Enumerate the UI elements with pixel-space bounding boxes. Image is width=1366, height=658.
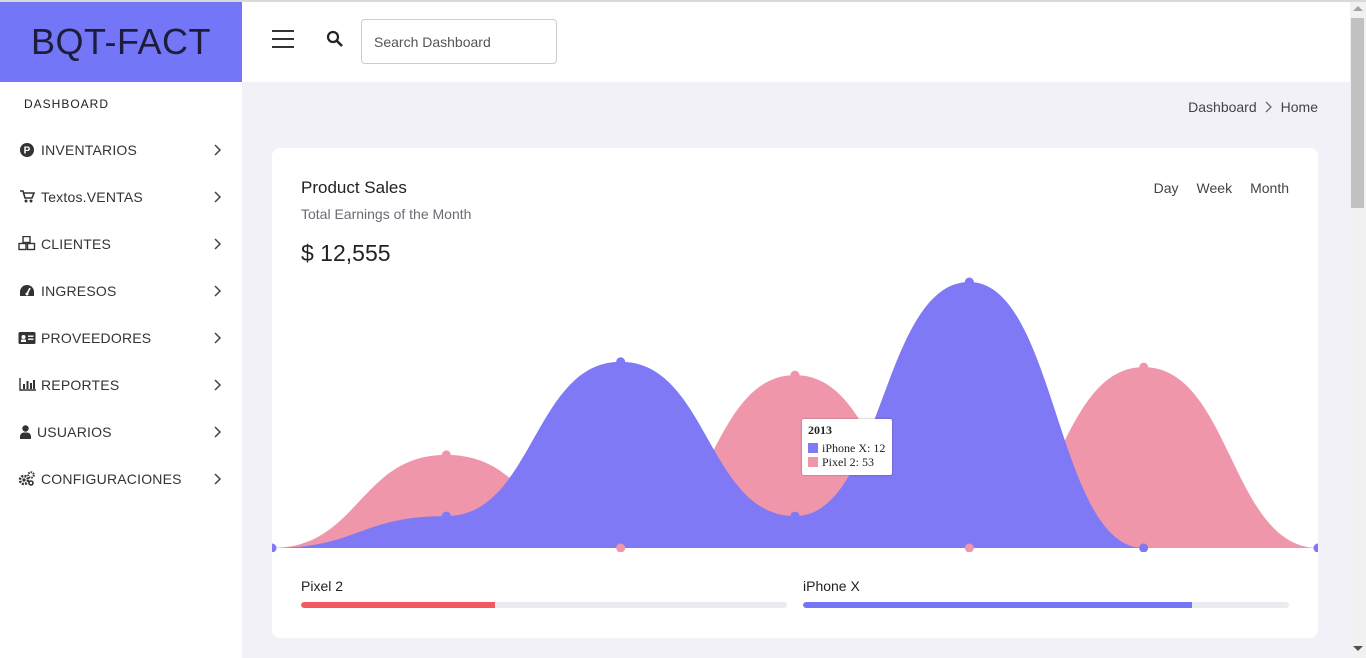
main-content: Dashboard Home Product Sales Total Earni… bbox=[242, 82, 1350, 658]
search-button[interactable] bbox=[326, 30, 346, 50]
svg-text:P: P bbox=[24, 145, 31, 156]
sidebar-item-ventas[interactable]: Textos.VENTAS bbox=[0, 173, 242, 220]
hamburger-icon bbox=[272, 30, 296, 48]
data-point[interactable] bbox=[272, 543, 277, 553]
id-card-icon bbox=[18, 330, 36, 346]
range-tab-day[interactable]: Day bbox=[1154, 180, 1179, 196]
parking-circle-icon: P bbox=[18, 142, 36, 158]
sidebar-item-label: CONFIGURACIONES bbox=[41, 470, 182, 487]
sidebar-item-reportes[interactable]: REPORTES bbox=[0, 361, 242, 408]
gears-icon bbox=[18, 471, 36, 487]
range-tab-month[interactable]: Month bbox=[1250, 180, 1289, 196]
brand-name: BQT-FACT bbox=[30, 21, 211, 62]
data-point[interactable] bbox=[1139, 362, 1149, 372]
sidebar-nav: P INVENTARIOS Textos.VENTAS CLIENTES ING… bbox=[0, 126, 242, 502]
data-point[interactable] bbox=[441, 511, 451, 521]
chevron-right-icon bbox=[214, 425, 222, 443]
sidebar-item-ingresos[interactable]: INGRESOS bbox=[0, 267, 242, 314]
top-header bbox=[242, 2, 1350, 82]
legend-swatch bbox=[808, 443, 818, 453]
search-icon bbox=[326, 30, 343, 47]
data-point[interactable] bbox=[1313, 543, 1319, 553]
sidebar-item-usuarios[interactable]: USUARIOS bbox=[0, 408, 242, 455]
progress-label: Pixel 2 bbox=[301, 578, 344, 594]
tooltip-title: 2013 bbox=[808, 423, 832, 437]
progress-bars: Pixel 2 iPhone X bbox=[301, 578, 1289, 618]
data-point[interactable] bbox=[964, 277, 974, 287]
sidebar-item-label: INVENTARIOS bbox=[41, 141, 138, 158]
card-title: Product Sales bbox=[301, 178, 407, 197]
chevron-right-icon bbox=[1265, 101, 1273, 113]
sidebar-item-label: INGRESOS bbox=[41, 282, 117, 299]
sidebar-item-label: CLIENTES bbox=[41, 235, 112, 252]
scrollbar-thumb[interactable] bbox=[1351, 18, 1364, 208]
brand-logo[interactable]: BQT-FACT bbox=[0, 2, 242, 82]
breadcrumb: Dashboard Home bbox=[1188, 99, 1318, 115]
sidebar-item-proveedores[interactable]: PROVEEDORES bbox=[0, 314, 242, 361]
cart-icon bbox=[18, 189, 36, 205]
sidebar-item-clientes[interactable]: CLIENTES bbox=[0, 220, 242, 267]
tooltip-row-text: Pixel 2: 53 bbox=[822, 455, 875, 469]
breadcrumb-item-dashboard[interactable]: Dashboard bbox=[1188, 99, 1257, 115]
sidebar: BQT-FACT DASHBOARD P INVENTARIOS Textos.… bbox=[0, 2, 242, 658]
product-sales-card: Product Sales Total Earnings of the Mont… bbox=[272, 148, 1318, 638]
menu-toggle-button[interactable] bbox=[272, 30, 296, 52]
gauge-icon bbox=[18, 283, 36, 299]
progress-fill bbox=[803, 602, 1192, 608]
scroll-up-arrow-icon[interactable] bbox=[1353, 6, 1363, 11]
legend-swatch bbox=[808, 457, 818, 467]
tooltip-row-pixel: Pixel 2: 53 bbox=[808, 455, 886, 469]
tooltip-row-iphone: iPhone X: 12 bbox=[808, 441, 886, 455]
search-input[interactable] bbox=[361, 19, 557, 64]
progress-track bbox=[301, 602, 787, 608]
data-point[interactable] bbox=[790, 370, 800, 380]
chevron-right-icon bbox=[214, 190, 222, 208]
sidebar-item-label: Textos.VENTAS bbox=[41, 188, 143, 205]
user-icon bbox=[18, 424, 32, 440]
chevron-right-icon bbox=[214, 284, 222, 302]
progress-pixel-2: Pixel 2 bbox=[301, 578, 787, 608]
chart-tooltip: 2013 iPhone X: 12 Pixel 2: 53 bbox=[802, 419, 892, 475]
progress-fill bbox=[301, 602, 496, 608]
data-point[interactable] bbox=[790, 511, 800, 521]
sidebar-item-label: USUARIOS bbox=[37, 423, 112, 440]
card-subtitle: Total Earnings of the Month bbox=[301, 206, 472, 222]
product-sales-area-chart[interactable] bbox=[272, 266, 1318, 552]
chevron-right-icon bbox=[214, 143, 222, 161]
sidebar-item-label: PROVEEDORES bbox=[41, 329, 152, 346]
nav-heading: DASHBOARD bbox=[24, 97, 110, 111]
scroll-down-arrow-icon[interactable] bbox=[1353, 646, 1363, 651]
chevron-right-icon bbox=[214, 378, 222, 396]
breadcrumb-item-home[interactable]: Home bbox=[1281, 99, 1318, 115]
chevron-right-icon bbox=[214, 331, 222, 349]
sidebar-item-inventarios[interactable]: P INVENTARIOS bbox=[0, 126, 242, 173]
boxes-icon bbox=[18, 236, 36, 252]
data-point[interactable] bbox=[441, 450, 451, 460]
range-tab-week[interactable]: Week bbox=[1197, 180, 1233, 196]
tooltip-row-text: iPhone X: 12 bbox=[822, 441, 886, 455]
data-point[interactable] bbox=[616, 357, 626, 367]
sidebar-item-configuraciones[interactable]: CONFIGURACIONES bbox=[0, 455, 242, 502]
progress-iphone-x: iPhone X bbox=[803, 578, 1289, 608]
progress-label: iPhone X bbox=[803, 578, 860, 594]
bar-chart-icon bbox=[18, 377, 36, 393]
range-tabs: Day Week Month bbox=[1154, 180, 1289, 196]
total-earnings-amount: $ 12,555 bbox=[301, 240, 391, 266]
progress-track bbox=[803, 602, 1289, 608]
sidebar-item-label: REPORTES bbox=[41, 376, 120, 393]
chevron-right-icon bbox=[214, 237, 222, 255]
chevron-right-icon bbox=[214, 472, 222, 490]
